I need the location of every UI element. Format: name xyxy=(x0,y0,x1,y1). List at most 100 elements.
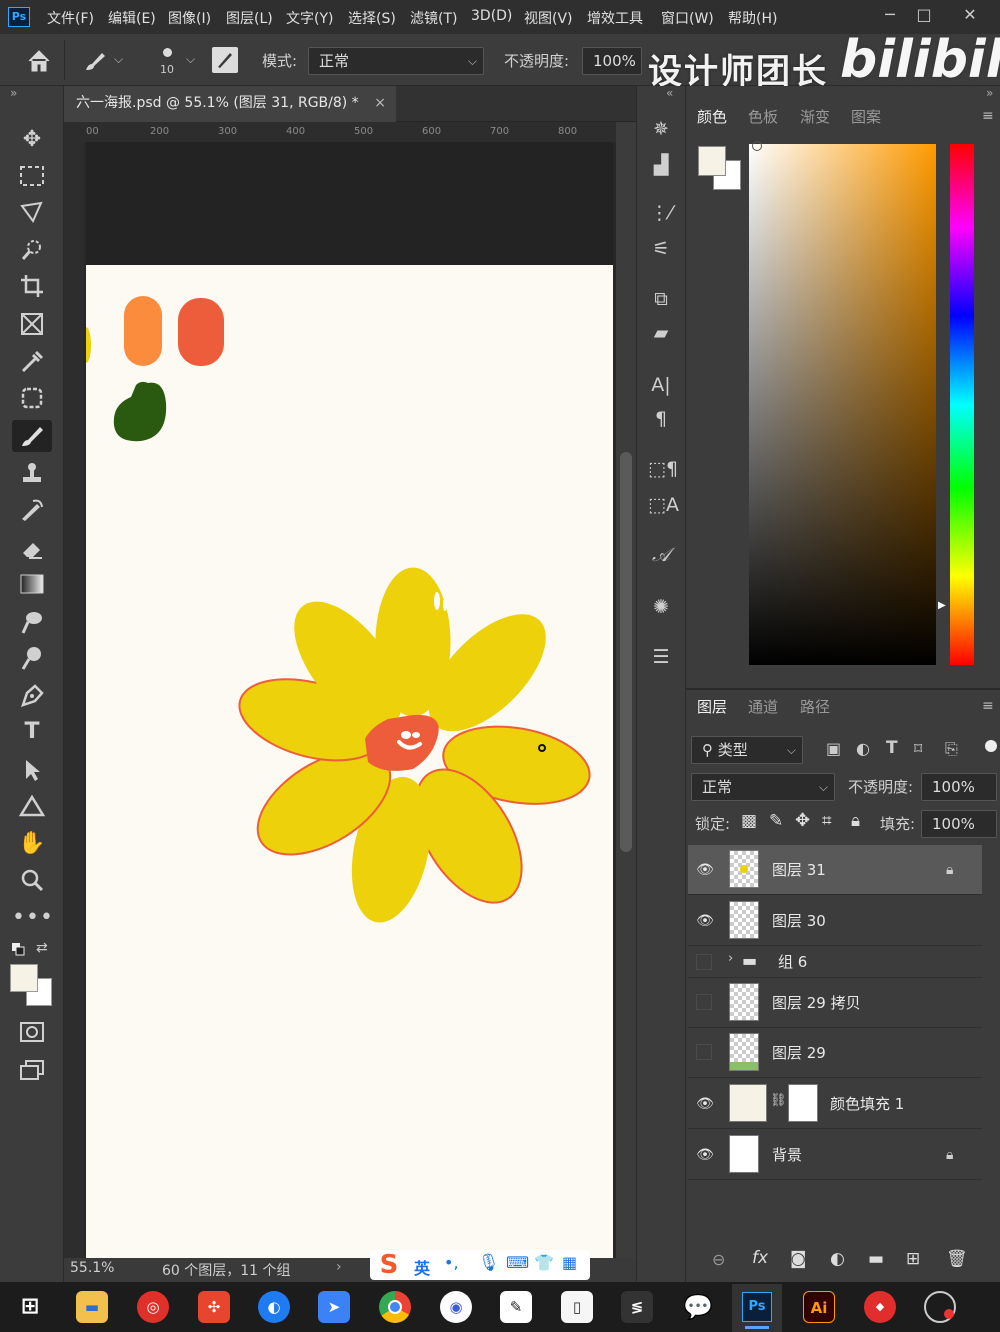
eraser-tool-icon[interactable] xyxy=(12,532,52,564)
opacity-input[interactable]: 100% xyxy=(582,47,642,75)
quick-mask-icon[interactable] xyxy=(12,1016,52,1048)
feishu-icon[interactable]: ➤ xyxy=(318,1291,350,1323)
app-white-icon[interactable]: ▯ xyxy=(561,1291,593,1323)
visibility-toggle-empty[interactable] xyxy=(696,954,712,970)
menu-image[interactable]: 图像(I) xyxy=(168,8,211,28)
lock-artboard-icon[interactable]: ⌗ xyxy=(822,811,832,831)
more-tools-icon[interactable]: ••• xyxy=(12,902,53,934)
lock-image-icon[interactable]: ✎ xyxy=(769,811,783,831)
visibility-eye-icon[interactable]: 👁 xyxy=(694,896,716,946)
hue-slider[interactable] xyxy=(950,144,974,665)
chrome-icon[interactable] xyxy=(379,1291,411,1323)
app-circle-icon[interactable]: ◉ xyxy=(440,1291,472,1323)
add-mask-icon[interactable]: ◙ xyxy=(790,1249,807,1269)
marquee-tool-icon[interactable] xyxy=(12,160,52,192)
menu-filter[interactable]: 滤镜(T) xyxy=(410,8,457,28)
new-group-icon[interactable]: ▬ xyxy=(868,1249,884,1269)
expand-panel-icon[interactable]: » xyxy=(10,86,17,100)
ime-language[interactable]: 英 xyxy=(414,1255,430,1279)
glyphs-icon[interactable]: 𝒜 xyxy=(648,542,674,568)
quick-selection-tool-icon[interactable] xyxy=(12,234,52,266)
tab-color[interactable]: 颜色 xyxy=(697,106,727,127)
lock-position-icon[interactable]: ✥ xyxy=(795,810,810,831)
chevron-down-icon[interactable]: ⌵ xyxy=(114,52,123,67)
tab-patterns[interactable]: 图案 xyxy=(851,106,881,127)
app-red-2-icon[interactable]: ◆ xyxy=(864,1291,896,1323)
app-s-icon[interactable]: ≶ xyxy=(621,1291,653,1323)
layer-row[interactable]: 图层 29 拷贝 xyxy=(688,978,982,1028)
panel-menu-icon[interactable]: ≡ xyxy=(982,108,994,124)
hue-slider-handle[interactable]: ▶ xyxy=(938,600,946,611)
zoom-level[interactable]: 55.1% xyxy=(70,1260,114,1276)
filter-type-icon[interactable]: T xyxy=(886,738,898,758)
filter-pixel-icon[interactable]: ▣ xyxy=(826,739,841,758)
tab-swatches[interactable]: 色板 xyxy=(748,106,778,127)
photoshop-taskbar-item[interactable]: Ps xyxy=(732,1284,782,1332)
brush-preset-icon[interactable] xyxy=(80,46,110,76)
illustrator-icon[interactable]: Ai xyxy=(803,1291,835,1323)
paragraph-styles-icon[interactable]: ⬚¶ xyxy=(648,456,678,482)
visibility-toggle-empty[interactable] xyxy=(696,1044,712,1060)
lock-all-icon[interactable]: 🔒︎ xyxy=(851,811,860,831)
foreground-color-swatch[interactable] xyxy=(10,964,38,992)
shape-tool-icon[interactable] xyxy=(12,790,52,822)
visibility-eye-icon[interactable]: 👁 xyxy=(694,845,716,895)
brush-size-picker[interactable]: 10 xyxy=(158,44,178,78)
smudge-tool-icon[interactable] xyxy=(12,606,52,638)
new-layer-icon[interactable]: ⊞ xyxy=(906,1249,920,1269)
swap-colors-icon[interactable]: ⇄ xyxy=(36,940,48,956)
screen-mode-icon[interactable] xyxy=(12,1054,52,1086)
menu-plugins[interactable]: 增效工具 xyxy=(587,8,643,28)
hand-tool-icon[interactable]: ✋ xyxy=(12,828,52,860)
punctuation-icon[interactable]: •, xyxy=(444,1253,459,1272)
menu-view[interactable]: 视图(V) xyxy=(524,8,573,28)
layer-row[interactable]: 👁 图层 31 🔒︎ xyxy=(688,845,982,895)
gradient-tool-icon[interactable] xyxy=(12,568,52,600)
visibility-eye-icon[interactable]: 👁 xyxy=(694,1079,716,1129)
app-red-icon[interactable]: ✣ xyxy=(198,1291,230,1323)
close-button[interactable]: ✕ xyxy=(956,4,984,28)
chevron-right-icon[interactable]: › xyxy=(336,1259,342,1275)
spot-healing-tool-icon[interactable] xyxy=(12,382,52,414)
menu-3d[interactable]: 3D(D) xyxy=(471,8,512,24)
properties-icon[interactable]: ☰ xyxy=(648,644,674,670)
visibility-eye-icon[interactable]: 👁 xyxy=(694,1130,716,1180)
brush-settings-panel-icon[interactable]: ⚟ xyxy=(648,236,674,262)
netease-music-icon[interactable]: ◎ xyxy=(137,1291,169,1323)
tab-paths[interactable]: 路径 xyxy=(800,696,830,717)
link-layers-icon[interactable]: ⊖ xyxy=(712,1250,725,1269)
skin-icon[interactable]: 👕 xyxy=(534,1253,554,1272)
toolbox-icon[interactable]: ▦ xyxy=(562,1253,577,1272)
tab-channels[interactable]: 通道 xyxy=(748,696,778,717)
move-tool-icon[interactable]: ✥ xyxy=(12,124,52,156)
fill-input[interactable]: 100% xyxy=(921,810,997,838)
blend-mode-dropdown[interactable]: 正常 ⌵ xyxy=(691,773,835,801)
mode-dropdown[interactable]: 正常 ⌵ xyxy=(308,47,484,75)
crop-tool-icon[interactable] xyxy=(12,270,52,302)
microphone-icon[interactable]: 🎙 xyxy=(478,1253,500,1273)
clone-stamp-tool-icon[interactable] xyxy=(12,458,52,490)
pen-tool-icon[interactable] xyxy=(12,680,52,712)
layer-name[interactable]: 图层 29 拷贝 xyxy=(772,978,861,1028)
filter-smart-object-icon[interactable]: ⎘ xyxy=(945,739,958,759)
minimize-button[interactable]: ─ xyxy=(876,4,904,28)
character-styles-icon[interactable]: ⬚A xyxy=(648,492,679,518)
layer-row[interactable]: 👁 ⛓ 颜色填充 1 xyxy=(688,1079,982,1129)
lock-transparent-icon[interactable]: ▩ xyxy=(741,811,757,831)
eyedropper-tool-icon[interactable] xyxy=(12,346,52,378)
wechat-icon[interactable]: 💬 xyxy=(682,1291,714,1323)
dodge-tool-icon[interactable] xyxy=(12,642,52,674)
history-brush-tool-icon[interactable] xyxy=(12,494,52,526)
brush-panel-icon[interactable]: ⋮⁄ xyxy=(648,200,674,226)
fx-icon[interactable]: fx xyxy=(752,1248,768,1268)
layer-row[interactable]: 👁 图层 30 xyxy=(688,896,982,946)
lasso-tool-icon[interactable] xyxy=(12,196,52,228)
brush-settings-icon[interactable] xyxy=(212,47,238,73)
comments-icon[interactable]: ▰ xyxy=(648,320,674,346)
scrollbar-thumb[interactable] xyxy=(620,452,632,852)
adjustment-layer-icon[interactable]: ◐ xyxy=(830,1249,845,1269)
ime-toolbar[interactable]: S 英 •, 🎙 ⌨ 👕 ▦ xyxy=(370,1250,590,1280)
keyboard-icon[interactable]: ⌨ xyxy=(506,1253,529,1272)
brush-tool-icon[interactable] xyxy=(12,420,52,452)
chevron-down-icon[interactable]: ⌵ xyxy=(186,52,195,67)
